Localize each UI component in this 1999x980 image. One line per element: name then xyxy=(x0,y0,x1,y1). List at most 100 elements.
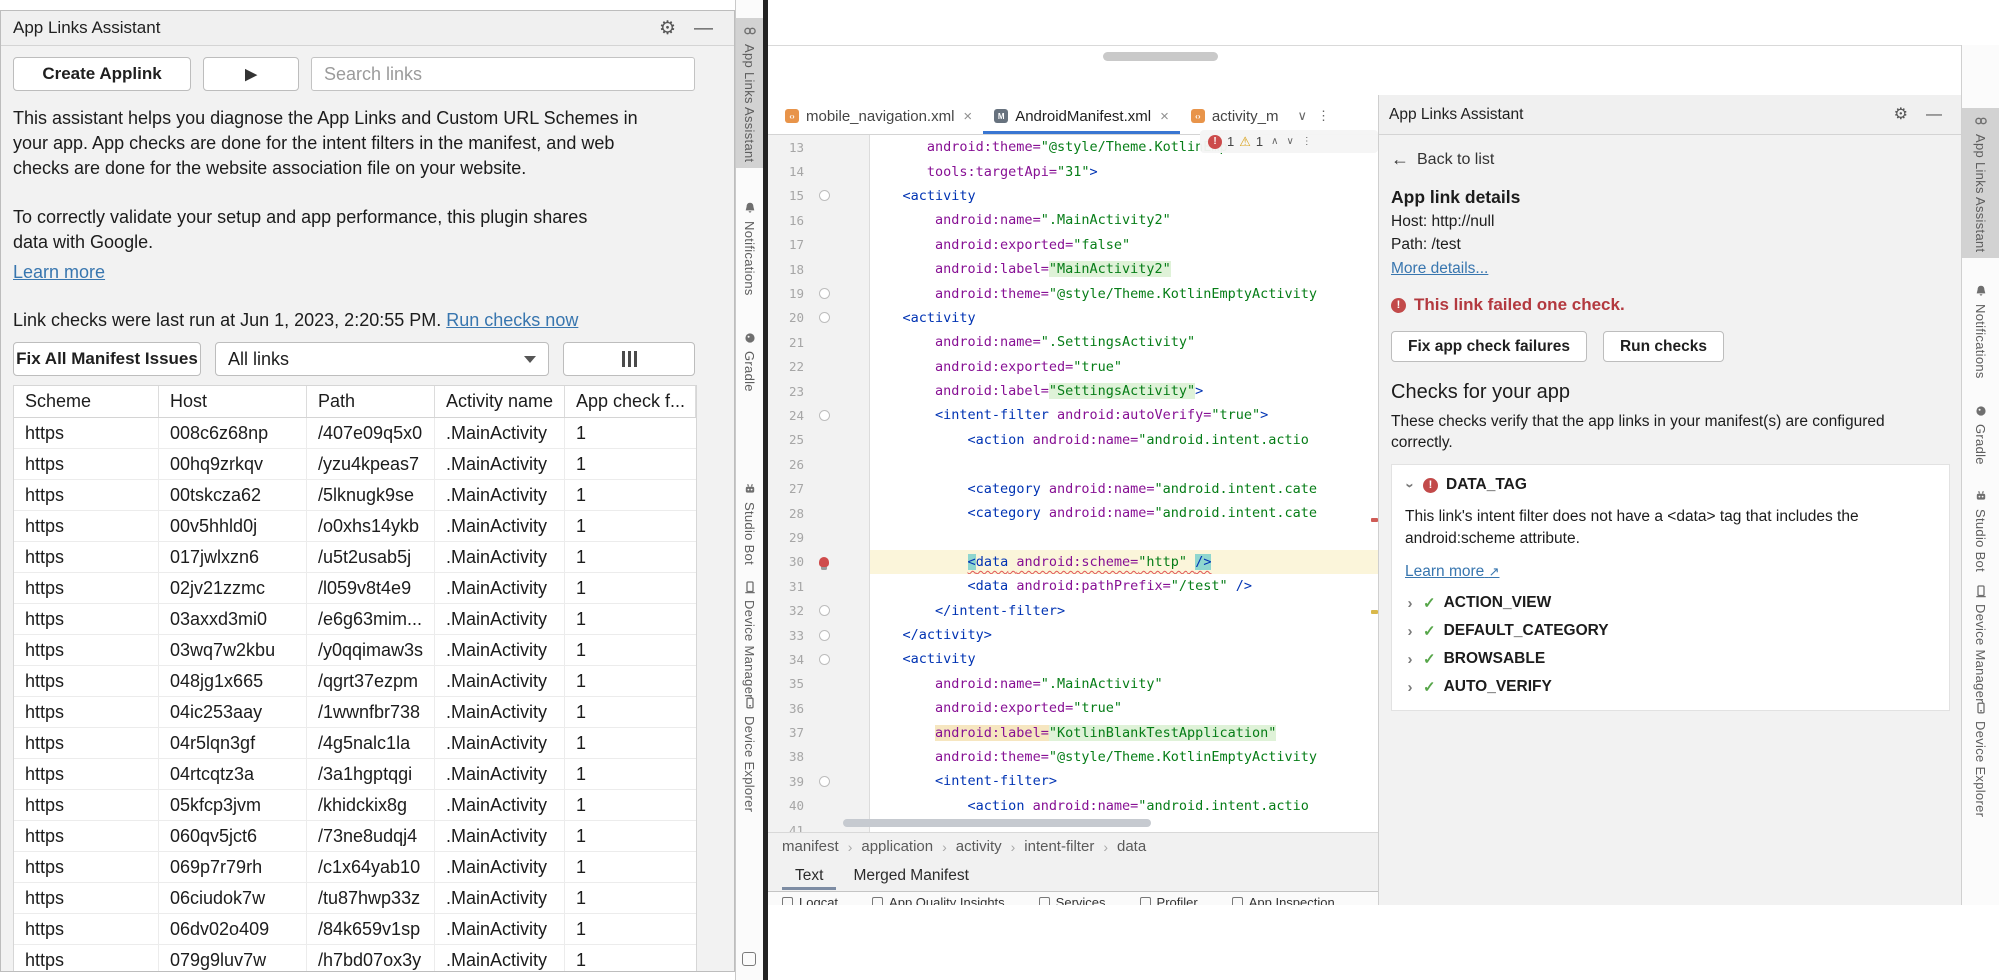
fold-marker-icon[interactable] xyxy=(804,630,844,641)
tool-button-profiler[interactable]: Profiler xyxy=(1140,892,1198,905)
error-bulb-icon[interactable] xyxy=(804,557,844,567)
code-line[interactable]: 22android:exported="true" xyxy=(768,355,1378,379)
table-row[interactable]: https04rtcqtz3a/3a1hgptqgi.MainActivity1 xyxy=(14,759,696,790)
column-header[interactable]: Host xyxy=(159,386,307,417)
table-row[interactable]: https00v5hhld0j/o0xhs14ykb.MainActivity1 xyxy=(14,511,696,542)
tool-stripe-device-manager[interactable]: Device Manager xyxy=(736,574,763,705)
code-line[interactable]: 34<activity xyxy=(768,647,1378,671)
tool-stripe-device-manager[interactable]: Device Manager xyxy=(1962,578,1999,709)
column-settings-button[interactable] xyxy=(563,342,695,376)
next-issue-icon[interactable]: ∨ xyxy=(1286,136,1293,147)
chevron-right-icon[interactable]: › xyxy=(1405,651,1415,668)
code-line[interactable]: 17android:exported="false" xyxy=(768,233,1378,257)
code-line[interactable]: 23android:label="SettingsActivity"> xyxy=(768,379,1378,403)
gear-icon[interactable]: ⚙ xyxy=(1885,107,1917,123)
code-line[interactable]: 38android:theme="@style/Theme.KotlinEmpt… xyxy=(768,745,1378,769)
code-line[interactable]: 19android:theme="@style/Theme.KotlinEmpt… xyxy=(768,281,1378,305)
fold-marker-icon[interactable] xyxy=(804,312,844,323)
code-line[interactable]: 30<data android:scheme="http" /> xyxy=(768,550,1378,574)
close-tab-icon[interactable]: × xyxy=(963,108,972,125)
check-row-default_category[interactable]: ›✓DEFAULT_CATEGORY xyxy=(1405,622,1936,640)
tool-window-icon[interactable] xyxy=(742,952,756,966)
code-line[interactable]: 15<activity xyxy=(768,184,1378,208)
check-row-auto_verify[interactable]: ›✓AUTO_VERIFY xyxy=(1405,678,1936,696)
code-line[interactable]: 27<category android:name="android.intent… xyxy=(768,476,1378,500)
table-row[interactable]: https03axxd3mi0/e6g63mim....MainActivity… xyxy=(14,604,696,635)
table-row[interactable]: https05kfcp3jvm/khidckix8g.MainActivity1 xyxy=(14,790,696,821)
fold-marker-icon[interactable] xyxy=(804,190,844,201)
table-row[interactable]: https048jg1x665/qgrt37ezpm.MainActivity1 xyxy=(14,666,696,697)
minimize-icon[interactable]: — xyxy=(1917,107,1951,123)
fix-all-manifest-issues-button[interactable]: Fix All Manifest Issues xyxy=(13,342,201,376)
code-line[interactable]: 14tools:targetApi="31"> xyxy=(768,159,1378,183)
tool-button-app-quality-insights[interactable]: App Quality Insights xyxy=(872,892,1005,905)
tool-stripe-studio-bot[interactable]: Studio Bot xyxy=(1962,483,1999,578)
table-row[interactable]: https04r5lqn3gf/4g5nalc1la.MainActivity1 xyxy=(14,728,696,759)
code-line[interactable]: 35android:name=".MainActivity" xyxy=(768,672,1378,696)
warning-stripe-mark[interactable] xyxy=(1371,610,1378,614)
tool-stripe-notifications[interactable]: Notifications xyxy=(1962,278,1999,385)
fold-marker-icon[interactable] xyxy=(804,654,844,665)
learn-more-link[interactable]: Learn more ↗ xyxy=(1405,563,1499,581)
tool-stripe-gradle[interactable]: Gradle xyxy=(1962,398,1999,471)
table-row[interactable]: https008c6z68np/407e09q5x0.MainActivity1 xyxy=(14,418,696,449)
chevron-down-icon[interactable]: › xyxy=(1402,480,1419,490)
check-row-action_view[interactable]: ›✓ACTION_VIEW xyxy=(1405,594,1936,612)
code-line[interactable]: 29 xyxy=(768,525,1378,549)
tool-stripe-device-explorer[interactable]: Device Explorer xyxy=(1962,695,1999,823)
scrollbar-thumb[interactable] xyxy=(1103,52,1218,61)
more-details-link[interactable]: More details... xyxy=(1391,260,1488,278)
code-line[interactable]: 21android:name=".SettingsActivity" xyxy=(768,330,1378,354)
check-row-browsable[interactable]: ›✓BROWSABLE xyxy=(1405,650,1936,668)
editor-options-kebab-icon[interactable]: ⋮ xyxy=(1317,108,1330,124)
gear-icon[interactable]: ⚙ xyxy=(650,19,685,38)
editor-tab[interactable]: ‹›mobile_navigation.xml× xyxy=(774,98,983,134)
table-row[interactable]: https00hq9zrkqv/yzu4kpeas7.MainActivity1 xyxy=(14,449,696,480)
editor-tab[interactable]: ‹›activity_m xyxy=(1180,98,1290,134)
table-row[interactable]: https02jv21zzmc/l059v8t4e9.MainActivity1 xyxy=(14,573,696,604)
table-row[interactable]: https017jwlxzn6/u5t2usab5j.MainActivity1 xyxy=(14,542,696,573)
learn-more-link[interactable]: Learn more xyxy=(13,262,105,283)
inspection-widget[interactable]: ! 1 ⚠ 1 ∧ ∨ ⋮ xyxy=(1200,130,1378,153)
tool-stripe-notifications[interactable]: Notifications xyxy=(736,195,763,302)
editor-tab[interactable]: MAndroidManifest.xml× xyxy=(983,98,1180,134)
table-row[interactable]: https069p7r79rh/c1x64yab10.MainActivity1 xyxy=(14,852,696,883)
chevron-right-icon[interactable]: › xyxy=(1405,595,1415,612)
breadcrumb-item[interactable]: application xyxy=(861,838,933,855)
column-header[interactable]: Path xyxy=(307,386,435,417)
data-tag-check-row[interactable]: › ! DATA_TAG xyxy=(1405,476,1936,494)
tool-button-services[interactable]: Services xyxy=(1039,892,1106,905)
horizontal-scrollbar[interactable] xyxy=(843,819,1151,827)
column-header[interactable]: App check f... xyxy=(565,386,696,417)
code-line[interactable]: 18android:label="MainActivity2" xyxy=(768,257,1378,281)
table-row[interactable]: https04ic253aay/1wwnfbr738.MainActivity1 xyxy=(14,697,696,728)
code-line[interactable]: 37android:label="KotlinBlankTestApplicat… xyxy=(768,720,1378,744)
code-editor[interactable]: 13android:theme="@style/Theme.KotlinEmp1… xyxy=(768,135,1378,832)
tool-stripe-studio-bot[interactable]: Studio Bot xyxy=(736,476,763,571)
code-line[interactable]: 40<action android:name="android.intent.a… xyxy=(768,794,1378,818)
table-row[interactable]: https079g9luv7w/h7bd07ox3y.MainActivity1 xyxy=(14,945,696,972)
close-tab-icon[interactable]: × xyxy=(1160,108,1169,125)
breadcrumb-item[interactable]: data xyxy=(1117,838,1146,855)
fold-marker-icon[interactable] xyxy=(804,605,844,616)
code-line[interactable]: 39<intent-filter> xyxy=(768,769,1378,793)
tool-button-app-inspection[interactable]: App Inspection xyxy=(1232,892,1335,905)
tool-button-logcat[interactable]: Logcat xyxy=(782,892,838,905)
table-row[interactable]: https060qv5jct6/73ne8udqj4.MainActivity1 xyxy=(14,821,696,852)
code-line[interactable]: 24<intent-filter android:autoVerify="tru… xyxy=(768,403,1378,427)
error-stripe-mark[interactable] xyxy=(1371,518,1378,522)
hidden-tabs-chevron-icon[interactable]: ∨ xyxy=(1298,108,1308,124)
column-header[interactable]: Activity name xyxy=(435,386,565,417)
play-button[interactable]: ▶ xyxy=(203,57,299,91)
table-row[interactable]: https06dv02o409/84k659v1sp.MainActivity1 xyxy=(14,914,696,945)
run-checks-now-link[interactable]: Run checks now xyxy=(446,310,578,330)
fold-marker-icon[interactable] xyxy=(804,776,844,787)
tool-stripe-app-links-assistant[interactable]: App Links Assistant xyxy=(1962,108,1999,258)
run-checks-button[interactable]: Run checks xyxy=(1603,331,1724,362)
code-line[interactable]: 36android:exported="true" xyxy=(768,696,1378,720)
fix-app-check-failures-button[interactable]: Fix app check failures xyxy=(1391,331,1587,362)
code-line[interactable]: 25<action android:name="android.intent.a… xyxy=(768,428,1378,452)
create-applink-button[interactable]: Create Applink xyxy=(13,57,191,91)
links-filter-dropdown[interactable]: All links xyxy=(215,342,549,376)
tool-stripe-gradle[interactable]: Gradle xyxy=(736,325,763,398)
